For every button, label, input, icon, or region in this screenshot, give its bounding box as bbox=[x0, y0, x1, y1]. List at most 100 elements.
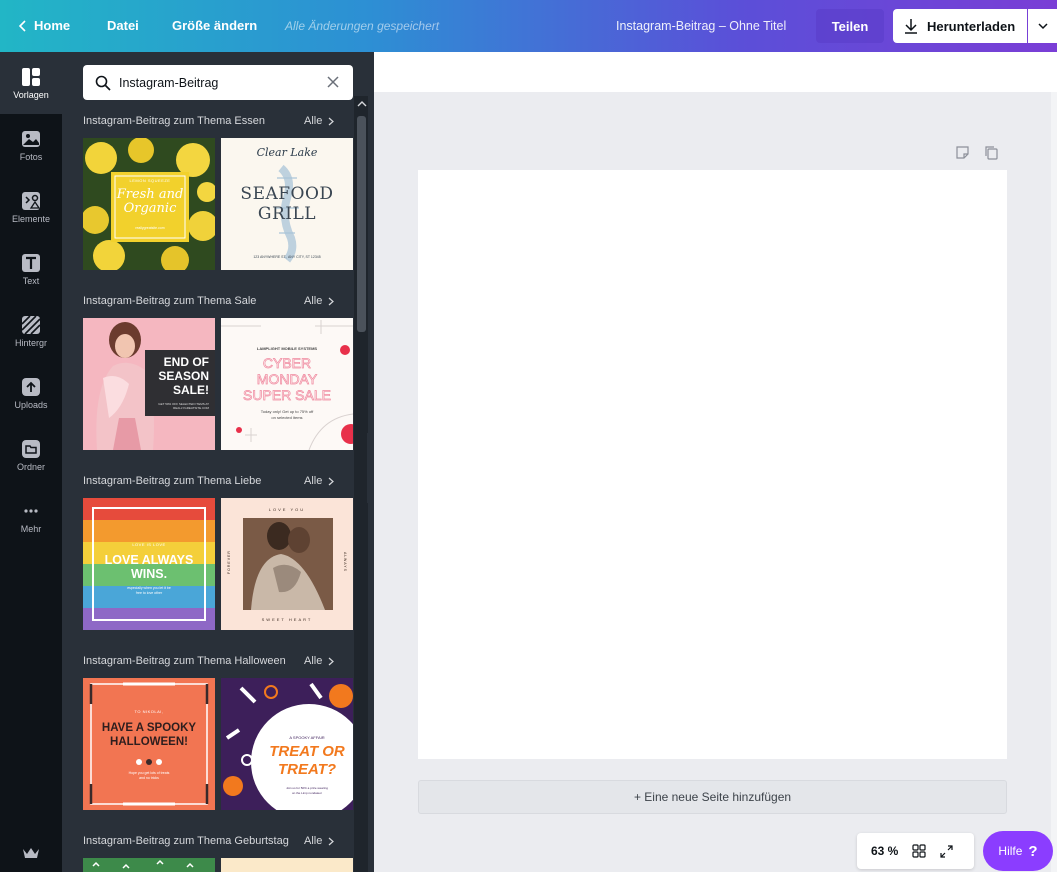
template-end-of-season-sale[interactable]: END OF SEASON SALE! GET 50% OFF SELECTED… bbox=[83, 318, 215, 450]
design-page[interactable] bbox=[418, 170, 1007, 759]
file-menu-button[interactable]: Datei bbox=[107, 18, 139, 33]
download-options-button[interactable] bbox=[1028, 9, 1057, 43]
template-text: LEMON SQUEEZE bbox=[129, 178, 171, 183]
help-button[interactable]: Hilfe ? bbox=[983, 831, 1053, 871]
fullscreen-icon[interactable] bbox=[940, 844, 953, 858]
rail-item-photos[interactable]: Fotos bbox=[0, 114, 62, 176]
save-status: Alle Änderungen gespeichert bbox=[285, 19, 440, 33]
template-seafood-grill[interactable]: Clear Lake SEAFOOD GRILL 123 ANYWHERE ST… bbox=[221, 138, 353, 270]
section-title: Instagram-Beitrag zum Thema Liebe bbox=[83, 475, 262, 487]
rail-label: Elemente bbox=[11, 213, 51, 224]
add-page-label: + Eine neue Seite hinzufügen bbox=[633, 790, 792, 804]
home-label: Home bbox=[34, 18, 71, 33]
template-text: Today only! Get up to 75% off bbox=[260, 409, 314, 414]
template-text: SWEET HEART bbox=[261, 617, 313, 622]
template-text: TREAT? bbox=[277, 761, 337, 778]
rail-item-background[interactable]: Hintergr bbox=[0, 300, 62, 362]
template-text: END OF bbox=[163, 355, 209, 369]
rail-item-text[interactable]: Text bbox=[0, 238, 62, 300]
search-icon bbox=[95, 75, 111, 91]
template-text: TREAT OR bbox=[269, 743, 345, 760]
rail-label: Hintergr bbox=[14, 337, 47, 348]
see-all-link[interactable]: Alle bbox=[304, 655, 335, 667]
crown-icon[interactable] bbox=[22, 846, 40, 860]
see-all-link[interactable]: Alle bbox=[304, 115, 335, 127]
template-text: and no tricks bbox=[139, 776, 159, 780]
rail-item-folders[interactable]: Ordner bbox=[0, 424, 62, 486]
template-text: WINS. bbox=[130, 567, 168, 581]
folder-icon bbox=[21, 439, 41, 459]
panel-scroll-thumb[interactable] bbox=[357, 116, 366, 332]
background-icon bbox=[21, 314, 41, 335]
template-text: on the Limp nondateor bbox=[291, 791, 323, 795]
download-icon bbox=[905, 19, 917, 34]
add-page-button[interactable]: + Eine neue Seite hinzufügen bbox=[418, 780, 1007, 814]
template-treat-or-treat[interactable]: A SPOOKY AFFAIR TREAT OR TREAT? Join us … bbox=[221, 678, 353, 810]
download-label: Herunterladen bbox=[927, 18, 1016, 34]
chevron-right-icon bbox=[328, 477, 335, 485]
chevron-right-icon bbox=[328, 297, 335, 305]
section-title: Instagram-Beitrag zum Thema Geburtstag bbox=[83, 835, 289, 847]
see-all-link[interactable]: Alle bbox=[304, 835, 335, 847]
template-preview bbox=[92, 859, 194, 869]
see-all-label: Alle bbox=[304, 655, 323, 667]
template-text: SALE! bbox=[173, 383, 209, 397]
section-title: Instagram-Beitrag zum Thema Essen bbox=[83, 115, 265, 127]
see-all-label: Alle bbox=[304, 835, 323, 847]
grid-view-icon[interactable] bbox=[912, 844, 926, 858]
document-title[interactable]: Instagram-Beitrag – Ohne Titel bbox=[616, 19, 786, 33]
search-box[interactable] bbox=[83, 65, 353, 100]
template-text: HALLOWEEN! bbox=[110, 736, 188, 748]
template-text: GRILL bbox=[257, 204, 317, 224]
see-all-link[interactable]: Alle bbox=[304, 475, 335, 487]
template-lemon-organic[interactable]: LEMON SQUEEZE Fresh and Organic reallygr… bbox=[83, 138, 215, 270]
template-text: LOVE YOU bbox=[268, 507, 306, 512]
rail-label: Vorlagen bbox=[13, 89, 49, 100]
template-text: GET 50% OFF SELECTED ITEMS AT REALLYGREA… bbox=[158, 402, 209, 410]
elements-icon bbox=[21, 191, 41, 211]
scroll-up-icon[interactable] bbox=[357, 99, 367, 109]
share-button[interactable]: Teilen bbox=[816, 9, 884, 43]
template-text: reallygreatsite.com bbox=[135, 226, 165, 230]
home-button[interactable]: Home bbox=[18, 18, 70, 33]
rail-label: Fotos bbox=[19, 151, 43, 162]
template-spooky-halloween[interactable]: TO NIKOLAI, HAVE A SPOOKY HALLOWEEN! Hop… bbox=[83, 678, 215, 810]
template-birthday-cream[interactable] bbox=[221, 858, 353, 872]
download-button[interactable]: Herunterladen bbox=[893, 9, 1027, 43]
upload-icon bbox=[21, 377, 41, 397]
see-all-label: Alle bbox=[304, 295, 323, 307]
template-text: MONDAY bbox=[256, 371, 318, 387]
zoom-level[interactable]: 63 % bbox=[871, 844, 898, 858]
chevron-down-icon bbox=[1037, 23, 1048, 30]
template-birthday-green[interactable] bbox=[83, 858, 215, 872]
template-text: FOREVER bbox=[227, 550, 231, 574]
resize-button[interactable]: Größe ändern bbox=[172, 18, 257, 33]
template-text: SUPER SALE bbox=[243, 387, 332, 403]
note-icon[interactable] bbox=[955, 145, 970, 160]
rail-item-uploads[interactable]: Uploads bbox=[0, 362, 62, 424]
search-input[interactable] bbox=[119, 75, 319, 90]
see-all-link[interactable]: Alle bbox=[304, 295, 335, 307]
template-sweet-heart[interactable]: LOVE YOU FOREVER ALWAYS SWEET HEART bbox=[221, 498, 353, 630]
rail-label: Text bbox=[22, 275, 40, 286]
templates-panel: Instagram-Beitrag zum Thema Essen Alle L… bbox=[62, 52, 374, 872]
template-love-always-wins[interactable]: LOVE IS LOVE LOVE ALWAYS WINS. especiall… bbox=[83, 498, 215, 630]
chevron-right-icon bbox=[328, 657, 335, 665]
template-text: SEAFOOD bbox=[240, 184, 334, 204]
rail-item-templates[interactable]: Vorlagen bbox=[0, 52, 62, 114]
template-text: HAVE A SPOOKY bbox=[101, 722, 197, 734]
rail-item-elements[interactable]: Elemente bbox=[0, 176, 62, 238]
template-cyber-monday[interactable]: LAMPLIGHT MOBILE SYSTEMS CYBER MONDAY SU… bbox=[221, 318, 353, 450]
rail-item-more[interactable]: Mehr bbox=[0, 486, 62, 548]
rail-label: Uploads bbox=[14, 399, 48, 410]
canvas-scrollbar[interactable] bbox=[1051, 92, 1057, 872]
template-text: LAMPLIGHT MOBILE SYSTEMS bbox=[256, 346, 318, 351]
section-title: Instagram-Beitrag zum Thema Sale bbox=[83, 295, 257, 307]
photos-icon bbox=[21, 129, 41, 149]
top-toolbar: Home Datei Größe ändern Alle Änderungen … bbox=[0, 0, 1057, 52]
rail-label: Mehr bbox=[20, 523, 42, 534]
template-text: especially when you let it be bbox=[127, 586, 171, 590]
template-text: Clear Lake bbox=[256, 146, 318, 159]
duplicate-page-icon[interactable] bbox=[984, 145, 999, 160]
close-icon[interactable] bbox=[325, 74, 341, 90]
